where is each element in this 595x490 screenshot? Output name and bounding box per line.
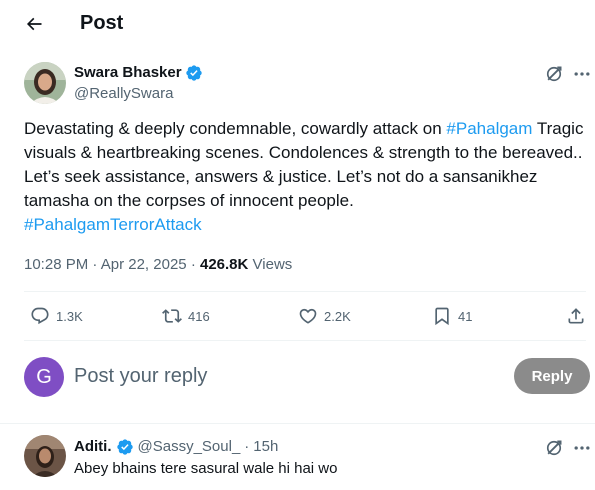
reply-grok-button[interactable]: [544, 438, 564, 458]
bookmark-count: 41: [458, 308, 473, 324]
post-text-part: Devastating & deeply condemnable, coward…: [24, 119, 447, 138]
reply-author-handle[interactable]: @Sassy_Soul_: [138, 438, 241, 456]
bookmark-icon: [435, 307, 449, 326]
current-user-avatar[interactable]: G: [24, 357, 64, 397]
grok-icon: [546, 440, 562, 456]
reply-button[interactable]: Reply: [514, 358, 590, 394]
post-date[interactable]: Apr 22, 2025: [101, 256, 187, 273]
more-options-button[interactable]: [572, 64, 592, 84]
grok-icon: [546, 66, 562, 82]
repost-count: 416: [188, 308, 210, 324]
reply-header: Aditi. @Sassy_Soul_ · 15h: [74, 438, 278, 456]
like-count: 2.2K: [324, 308, 351, 324]
repost-icon: [162, 309, 182, 323]
author-avatar[interactable]: [24, 62, 66, 104]
reply-time[interactable]: 15h: [253, 438, 278, 456]
meta-separator: ·: [92, 256, 98, 273]
divider: [24, 291, 586, 292]
divider: [0, 423, 595, 424]
back-button[interactable]: [16, 6, 52, 42]
divider: [24, 340, 586, 341]
reply-text: Abey bhains tere sasural wale hi hai wo: [74, 460, 338, 477]
post-text: Devastating & deeply condemnable, coward…: [24, 117, 584, 237]
hashtag-link[interactable]: #PahalgamTerrorAttack: [24, 215, 202, 234]
reply-input[interactable]: [74, 363, 494, 389]
share-icon: [568, 308, 584, 324]
post-time[interactable]: 10:28 PM: [24, 256, 88, 273]
heart-icon: [299, 308, 317, 324]
author-name[interactable]: Swara Bhasker: [74, 64, 182, 82]
avatar-image: [24, 435, 66, 477]
reply-icon: [31, 307, 49, 325]
reply-count: 1.3K: [56, 308, 83, 324]
meta-separator: ·: [190, 256, 196, 273]
views-label: Views: [252, 256, 293, 273]
post-meta: 10:28 PM · Apr 22, 2025 · 426.8K Views: [24, 255, 292, 275]
author-handle[interactable]: @ReallySwara: [74, 85, 173, 103]
page-title: Post: [80, 12, 124, 34]
repost-action[interactable]: 416: [162, 304, 210, 328]
avatar-image: [24, 62, 66, 104]
bookmark-action[interactable]: 41: [432, 304, 472, 328]
more-dots-icon: [574, 72, 590, 76]
views-count: 426.8K: [199, 256, 249, 273]
verified-badge-icon: [185, 65, 202, 81]
share-action[interactable]: [566, 304, 586, 328]
reply-author-name[interactable]: Aditi.: [74, 438, 112, 456]
hashtag-link[interactable]: #Pahalgam: [446, 119, 532, 138]
arrow-left-icon: [26, 17, 42, 31]
grok-button[interactable]: [544, 64, 564, 84]
like-action[interactable]: 2.2K: [298, 304, 351, 328]
reply-more-options-button[interactable]: [572, 438, 592, 458]
author-name-row[interactable]: Swara Bhasker: [74, 64, 203, 82]
more-dots-icon: [574, 446, 590, 450]
reply-author-avatar[interactable]: [24, 435, 66, 477]
reply-action[interactable]: 1.3K: [30, 304, 83, 328]
verified-badge-icon: [116, 439, 133, 455]
reply-separator: ·: [244, 438, 250, 455]
